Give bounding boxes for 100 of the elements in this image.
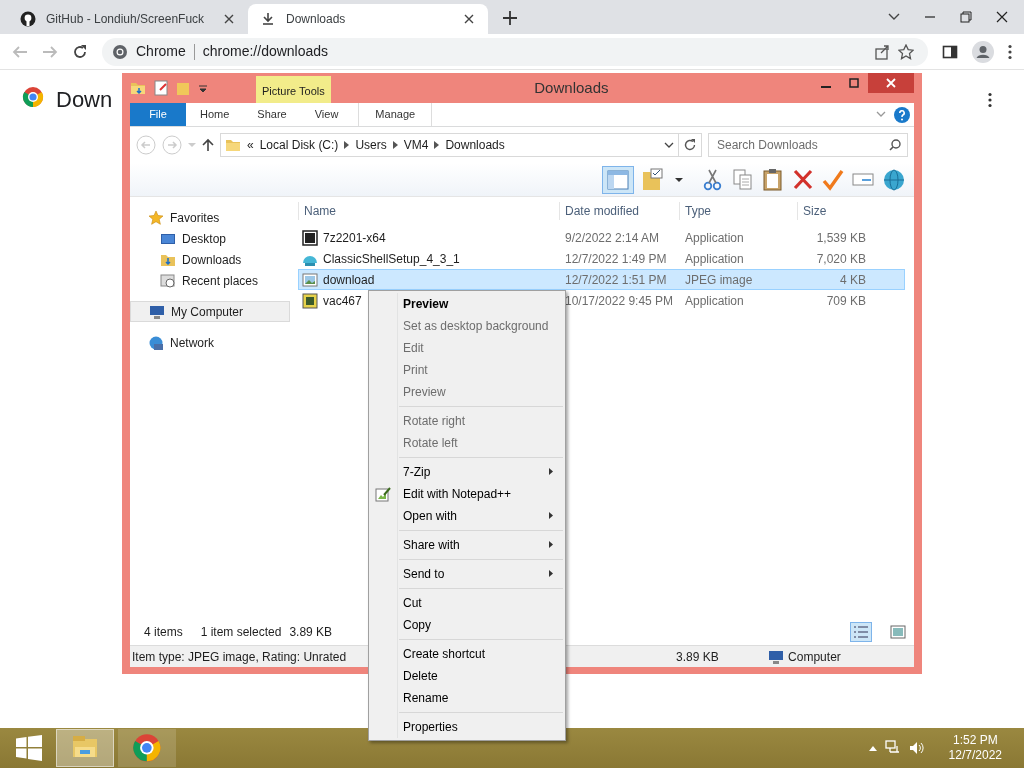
image-icon [302, 271, 318, 288]
clock-date: 12/7/2022 [948, 748, 1002, 763]
download-icon [260, 11, 276, 27]
site-label: Chrome [136, 42, 186, 61]
computer-icon [149, 303, 165, 320]
ribbon-tab[interactable]: File [130, 103, 186, 126]
column-header[interactable]: Name [298, 202, 559, 220]
selected-file-row[interactable]: download 12/7/2022 1:51 PM JPEG image 4 KB [298, 269, 905, 290]
breadcrumb-item[interactable]: VM4 [403, 136, 429, 154]
menu-item[interactable]: Send to [371, 563, 563, 585]
cut-icon[interactable] [702, 167, 724, 192]
selection-count: 1 item selected [200, 624, 282, 641]
paste-icon[interactable] [762, 167, 784, 192]
menu-item[interactable]: Open with [371, 505, 563, 527]
folder-icon[interactable] [130, 80, 146, 96]
pane-icon [607, 169, 629, 190]
show-hidden-icon[interactable] [868, 745, 877, 751]
menu-item[interactable]: Delete [371, 665, 563, 687]
breadcrumb-item[interactable]: Users [355, 136, 387, 154]
chevron-down-icon[interactable] [888, 13, 900, 21]
close-button[interactable] [868, 73, 914, 93]
close-icon[interactable] [462, 12, 476, 26]
chrome-logo-icon [22, 86, 44, 108]
file-name: download [323, 271, 375, 289]
maximize-icon [849, 78, 859, 88]
column-header[interactable]: Type [679, 202, 797, 220]
size-cell-text: 7,020 KB [815, 250, 867, 268]
nav-item[interactable]: My Computer [130, 301, 290, 322]
nav-item[interactable]: Network [130, 332, 290, 353]
menu-item[interactable]: Edit with Notepad++ [371, 483, 563, 505]
selection-size: 3.89 KB [289, 624, 333, 641]
ribbon-tab[interactable]: Manage [358, 103, 433, 126]
taskbar-app[interactable] [118, 729, 176, 767]
nav-item[interactable]: Recent places [130, 270, 290, 291]
properties-icon[interactable] [154, 80, 168, 96]
recent-places-icon [160, 272, 176, 289]
breadcrumb-item[interactable]: Local Disk (C:) [259, 136, 339, 154]
search-icon[interactable] [889, 139, 901, 151]
menu-item[interactable]: Create shortcut [371, 643, 563, 665]
notepad-icon [375, 486, 391, 502]
status-size: 3.89 KB [676, 648, 720, 666]
address-bar[interactable]: Chrome chrome://downloads [102, 37, 928, 66]
network-icon[interactable] [884, 740, 901, 756]
dropdown-icon[interactable] [664, 141, 674, 149]
restore-icon[interactable] [960, 11, 972, 23]
browser-tab[interactable]: Downloads [248, 4, 488, 34]
nav-item[interactable]: Desktop [130, 228, 290, 249]
breadcrumb-arrow-icon[interactable] [434, 141, 440, 149]
ribbon-tab[interactable]: Share [243, 103, 301, 126]
menu-item[interactable]: Rename [371, 687, 563, 709]
address-field[interactable]: « Local Disk (C:) Users VM4 Downloads [220, 133, 679, 157]
ribbon-tab[interactable]: View [300, 103, 353, 126]
menu-item[interactable]: Copy [371, 614, 563, 636]
nav-item[interactable]: Downloads [130, 249, 290, 270]
details-view-icon[interactable] [850, 622, 872, 642]
menu-item[interactable]: Properties [371, 716, 563, 738]
menu-item[interactable]: Cut [371, 592, 563, 614]
menu-icon[interactable] [1008, 43, 1012, 60]
check-icon[interactable] [822, 167, 844, 192]
profile-icon[interactable] [972, 40, 994, 63]
type-cell-text: Application [684, 250, 745, 268]
folder-icon [225, 137, 241, 153]
column-header[interactable]: Date modified [559, 202, 679, 220]
close-icon[interactable] [222, 12, 236, 26]
menu-item[interactable]: Share with [371, 534, 563, 556]
date-cell-text: 12/7/2022 1:51 PM [564, 271, 668, 289]
breadcrumb-arrow-icon[interactable] [344, 141, 350, 149]
dropdown-icon[interactable] [198, 83, 208, 93]
ribbon-tab[interactable]: Home [186, 103, 244, 126]
status-location: Computer [788, 648, 841, 666]
reload-icon[interactable] [72, 43, 88, 60]
menu-icon[interactable] [988, 92, 992, 108]
breadcrumb-item[interactable]: Downloads [445, 136, 505, 154]
star-icon[interactable] [898, 43, 914, 60]
date-cell-text: 10/17/2022 9:45 PM [564, 292, 675, 310]
refresh-button[interactable] [678, 133, 702, 157]
menu-item[interactable]: 7-Zip [371, 461, 563, 483]
delete-icon[interactable] [792, 167, 814, 192]
size-cell-text: 1,539 KB [815, 229, 867, 247]
submenu-arrow-icon [549, 512, 553, 519]
breadcrumb-chevron[interactable]: « [247, 136, 254, 154]
nav-item[interactable]: Favorites [130, 207, 290, 228]
up-icon[interactable] [202, 138, 214, 152]
browser-tab[interactable]: GitHub - Londiuh/ScreenFuck [8, 4, 248, 34]
help-icon[interactable] [894, 106, 910, 123]
submenu-arrow-icon [549, 541, 553, 548]
globe-icon[interactable] [882, 167, 906, 192]
share-icon[interactable] [874, 43, 890, 60]
app-icon [302, 229, 318, 246]
breadcrumb-arrow-icon[interactable] [392, 141, 398, 149]
close-icon[interactable] [996, 11, 1008, 23]
new-tab-icon[interactable] [502, 10, 518, 26]
file-name: 7z2201-x64 [323, 229, 386, 247]
expand-ribbon-icon[interactable] [876, 110, 886, 119]
search-box[interactable]: Search Downloads [708, 133, 908, 157]
side-panel-icon[interactable] [942, 43, 958, 60]
volume-icon[interactable] [908, 740, 925, 756]
menu-item[interactable]: Preview [371, 293, 563, 315]
folder-check-icon[interactable] [642, 167, 664, 192]
column-header[interactable]: Size [797, 202, 869, 220]
